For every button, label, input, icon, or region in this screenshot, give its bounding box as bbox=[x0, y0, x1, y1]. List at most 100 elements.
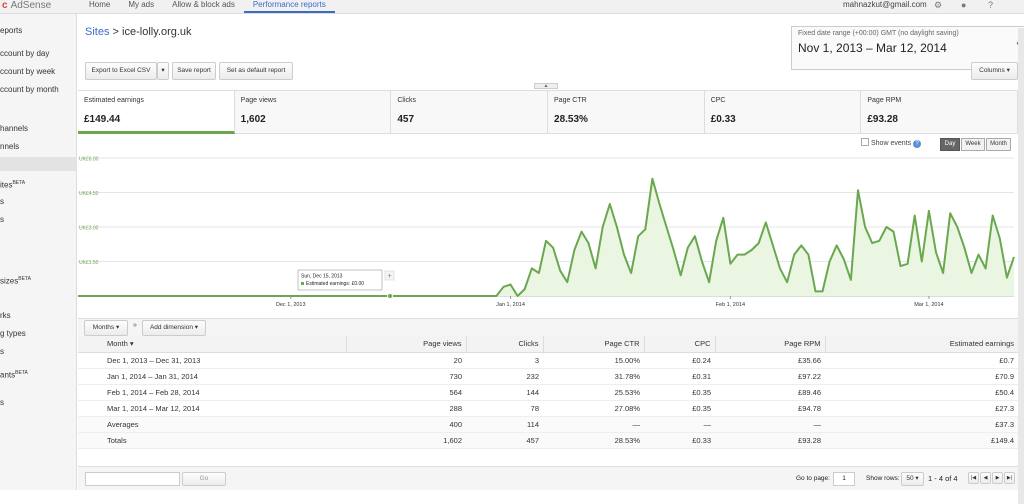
breadcrumb: Sites > ice-lolly.org.uk bbox=[85, 26, 192, 38]
metric-tab-cpc[interactable]: CPC £0.33 bbox=[705, 91, 862, 134]
sidebar-item-targeting-types[interactable]: g types bbox=[0, 329, 26, 338]
prev-page-button[interactable]: ◀ bbox=[980, 472, 991, 484]
first-page-button[interactable]: |◀ bbox=[968, 472, 979, 484]
chevron-down-icon: ▾ bbox=[915, 475, 919, 482]
table-toolbar: Months ▾ » Add dimension ▾ bbox=[78, 318, 1018, 336]
y-tick-label: UK£6.00 bbox=[79, 157, 99, 163]
hover-point bbox=[387, 293, 393, 299]
chevron-down-icon: ▾ bbox=[115, 324, 120, 331]
rows-per-page-select[interactable]: 50 ▾ bbox=[901, 472, 924, 486]
column-header-estimated-earnings[interactable]: Estimated earnings bbox=[824, 336, 1018, 353]
table-footer: Go Go to page: 1 Show rows: 50 ▾ 1 - 4 o… bbox=[78, 466, 1018, 490]
vertical-scrollbar[interactable] bbox=[1018, 28, 1024, 504]
granularity-day-button[interactable]: Day bbox=[940, 138, 960, 151]
collapse-handle[interactable]: ▲ bbox=[534, 83, 558, 89]
export-csv-button[interactable]: Export to Excel CSV bbox=[85, 62, 157, 80]
nav-my-ads[interactable]: My ads bbox=[119, 0, 163, 13]
export-dropdown-button[interactable]: ▾ bbox=[157, 62, 169, 80]
sidebar-item-sites[interactable]: itesBETA bbox=[0, 180, 25, 190]
tooltip-legend-swatch bbox=[301, 282, 304, 285]
averages-row: Averages 400 114— — — £37.3 bbox=[78, 416, 1018, 433]
series-area bbox=[78, 178, 1014, 296]
sidebar-item-s4[interactable]: s bbox=[0, 398, 4, 407]
help-icon[interactable]: ? bbox=[913, 140, 922, 148]
metric-tab-page-views[interactable]: Page views 1,602 bbox=[235, 91, 392, 134]
metric-tab-estimated-earnings[interactable]: Estimated earnings £149.44 bbox=[78, 91, 235, 134]
table-header-row: Month ▾ Page views Clicks Page CTR CPC P… bbox=[78, 336, 1018, 353]
bell-icon[interactable]: ● bbox=[961, 0, 966, 10]
sidebar-item-s3[interactable]: s bbox=[0, 347, 4, 356]
x-tick-label: Dec 1, 2013 bbox=[276, 302, 306, 308]
account-email[interactable]: mahnazkut@gmail.com bbox=[843, 0, 927, 10]
metric-tab-page-ctr[interactable]: Page CTR 28.53% bbox=[548, 91, 705, 134]
sidebar-item-variants[interactable]: antsBETA bbox=[0, 370, 28, 380]
go-button[interactable]: Go bbox=[182, 472, 226, 486]
chevron-down-icon: ▾ bbox=[194, 324, 199, 331]
top-bar: c AdSense Home My ads Allow & block ads P… bbox=[0, 0, 1024, 14]
gear-icon[interactable]: ⚙ bbox=[934, 0, 942, 10]
earnings-chart: UK£6.00 UK£4.50 UK£3.00 UK£1.50 Dec 1, 2013 J… bbox=[78, 157, 1015, 308]
dimension-select[interactable]: Months ▾ bbox=[84, 320, 128, 336]
annotation-add-icon: + bbox=[387, 273, 391, 280]
chevron-down-icon: ▾ bbox=[1006, 67, 1010, 74]
show-rows-label: Show rows: bbox=[866, 475, 900, 482]
report-main: Sites > ice-lolly.org.uk Fixed date rang… bbox=[78, 14, 1024, 504]
granularity-month-button[interactable]: Month bbox=[986, 138, 1011, 151]
x-tick-label: Jan 1, 2014 bbox=[496, 302, 525, 308]
y-tick-label: UK£3.00 bbox=[79, 226, 99, 232]
metric-tab-clicks[interactable]: Clicks 457 bbox=[391, 91, 549, 134]
y-tick-label: UK£4.50 bbox=[79, 191, 99, 197]
x-tick-label: Mar 1, 2014 bbox=[914, 302, 943, 308]
breadcrumb-separator: > bbox=[112, 26, 119, 38]
column-header-page-ctr[interactable]: Page CTR bbox=[542, 336, 644, 353]
sidebar-item-selected[interactable] bbox=[0, 157, 77, 171]
column-header-cpc[interactable]: CPC bbox=[643, 336, 715, 353]
help-icon[interactable]: ? bbox=[988, 0, 993, 10]
pagination-range: 1 - 4 of 4 bbox=[928, 474, 958, 483]
sidebar-item-ad-sizes[interactable]: sizesBETA bbox=[0, 276, 31, 286]
breadcrumb-sites-link[interactable]: Sites bbox=[85, 26, 109, 38]
table-row: Mar 1, 2014 – Mar 12, 2014 288 78 27.08% £0.… bbox=[78, 400, 1018, 417]
set-default-report-button[interactable]: Set as default report bbox=[219, 62, 293, 80]
sidebar-item-account-by-month[interactable]: ccount by month bbox=[0, 85, 59, 94]
add-dimension-button[interactable]: Add dimension ▾ bbox=[142, 320, 206, 336]
table-row: Jan 1, 2014 – Jan 31, 2014 730 232 31.78% £0… bbox=[78, 368, 1018, 385]
sidebar-item-networks[interactable]: rks bbox=[0, 311, 11, 320]
next-page-button[interactable]: ▶ bbox=[992, 472, 1003, 484]
go-to-page-label: Go to page: bbox=[796, 475, 830, 482]
sidebar-item-reports[interactable]: eports bbox=[0, 26, 22, 35]
sidebar-item-s2[interactable]: s bbox=[0, 215, 4, 224]
column-header-page-rpm[interactable]: Page RPM bbox=[714, 336, 825, 353]
sidebar-item-account-by-day[interactable]: ccount by day bbox=[0, 49, 49, 58]
last-page-button[interactable]: ▶| bbox=[1004, 472, 1015, 484]
nav-allow-block-ads[interactable]: Allow & block ads bbox=[163, 0, 244, 13]
page-number-input[interactable]: 1 bbox=[833, 472, 855, 486]
save-report-button[interactable]: Save report bbox=[172, 62, 216, 80]
metric-tabs: Estimated earnings £149.44 Page views 1,… bbox=[78, 90, 1019, 134]
column-header-month[interactable]: Month ▾ bbox=[78, 336, 346, 353]
table-row: Dec 1, 2013 – Dec 31, 2013 20 3 15.00% £0.24… bbox=[78, 352, 1018, 369]
totals-row: Totals 1,602 457 28.53% £0.33 £93.28 £149.4 bbox=[78, 432, 1018, 449]
breadcrumb-current: ice-lolly.org.uk bbox=[122, 26, 192, 38]
sidebar-item-url-channels[interactable]: nnels bbox=[0, 142, 19, 151]
sidebar-item-account-by-week[interactable]: ccount by week bbox=[0, 67, 55, 76]
granularity-week-button[interactable]: Week bbox=[961, 138, 985, 151]
show-events-checkbox[interactable] bbox=[861, 138, 869, 146]
date-range-label: Fixed date range (+00:00) GMT (no daylig… bbox=[798, 30, 959, 37]
column-header-clicks[interactable]: Clicks bbox=[465, 336, 543, 353]
adsense-logo[interactable]: c AdSense bbox=[2, 0, 51, 12]
adsense-logo-mark: c bbox=[2, 0, 8, 11]
filter-input[interactable] bbox=[85, 472, 180, 486]
sidebar-item-s1[interactable]: s bbox=[0, 197, 4, 206]
column-header-page-views[interactable]: Page views bbox=[345, 336, 466, 353]
nav-performance-reports[interactable]: Performance reports bbox=[243, 0, 335, 13]
metric-tab-page-rpm[interactable]: Page RPM £93.28 bbox=[861, 91, 1019, 134]
show-events-toggle[interactable]: Show events? bbox=[861, 138, 922, 148]
table-row: Feb 1, 2014 – Feb 28, 2014 564 144 25.53% £0… bbox=[78, 384, 1018, 401]
x-tick-label: Feb 1, 2014 bbox=[716, 302, 745, 308]
report-table: Month ▾ Page views Clicks Page CTR CPC P… bbox=[78, 336, 1018, 449]
chevron-right-icon: » bbox=[133, 322, 137, 329]
nav-home[interactable]: Home bbox=[80, 0, 119, 13]
sidebar-item-custom-channels[interactable]: hannels bbox=[0, 124, 28, 133]
columns-button[interactable]: Columns ▾ bbox=[971, 62, 1018, 80]
